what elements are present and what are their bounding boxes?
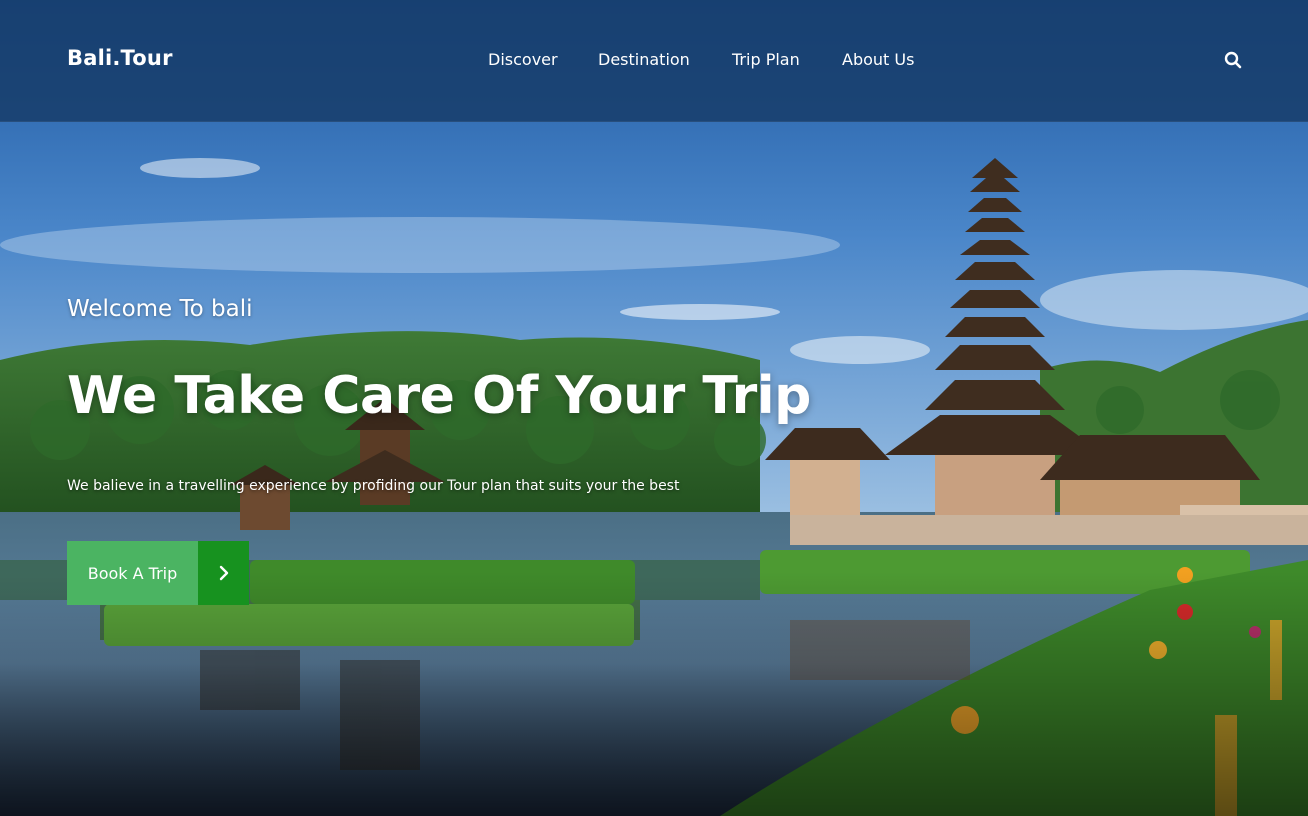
hero-headline: We Take Care Of Your Trip bbox=[67, 366, 811, 426]
search-button[interactable] bbox=[1222, 49, 1244, 71]
hero-welcome-text: Welcome To bali bbox=[67, 296, 253, 322]
nav-item-discover[interactable]: Discover bbox=[488, 50, 558, 69]
book-a-trip-button[interactable]: Book A Trip bbox=[67, 541, 249, 605]
hero-description: We balieve in a travelling experience by… bbox=[67, 478, 680, 494]
main-nav: Discover Destination Trip Plan About Us bbox=[0, 50, 1308, 74]
top-navbar: Bali.Tour Discover Destination Trip Plan… bbox=[0, 0, 1308, 122]
search-icon bbox=[1224, 51, 1242, 69]
nav-item-destination[interactable]: Destination bbox=[598, 50, 690, 69]
cta-arrow-box bbox=[198, 541, 249, 605]
nav-item-about-us[interactable]: About Us bbox=[842, 50, 914, 69]
nav-item-trip-plan[interactable]: Trip Plan bbox=[732, 50, 800, 69]
book-a-trip-label: Book A Trip bbox=[67, 541, 198, 605]
chevron-right-icon bbox=[219, 565, 228, 581]
hero-section: Bali.Tour Discover Destination Trip Plan… bbox=[0, 0, 1308, 816]
